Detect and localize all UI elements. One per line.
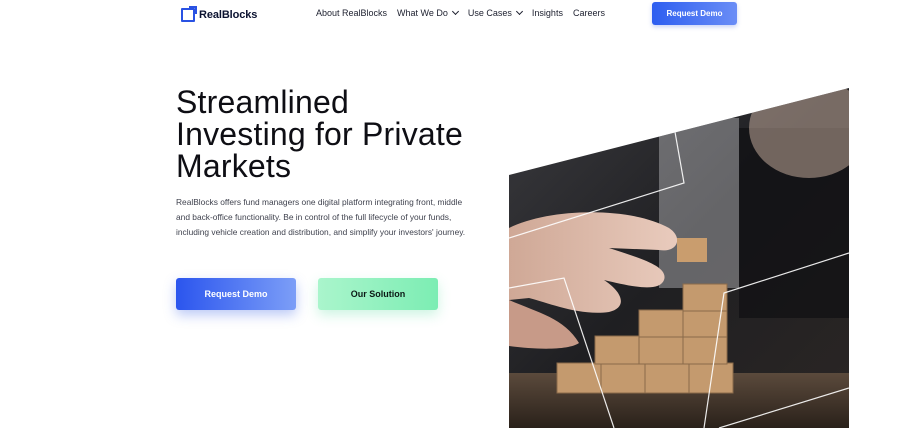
nav-item-about[interactable]: About RealBlocks <box>316 8 387 18</box>
header-request-demo-button[interactable]: Request Demo <box>652 2 737 25</box>
nav-item-label: Careers <box>572 8 605 18</box>
our-solution-button[interactable]: Our Solution <box>318 278 438 310</box>
nav-item-what-we-do[interactable]: What We Do <box>397 7 459 18</box>
nav-item-label: Use Cases <box>467 8 512 18</box>
chevron-down-icon <box>515 7 523 16</box>
nav-item-use-cases[interactable]: Use Cases <box>467 7 523 18</box>
nav-item-careers[interactable]: Careers <box>573 8 605 18</box>
nav-item-label: About RealBlocks <box>316 8 388 18</box>
nav-item-label: Insights <box>531 8 563 18</box>
hero-title-line-1: Streamlined <box>176 84 349 120</box>
hero-description: RealBlocks offers fund managers one digi… <box>176 197 466 237</box>
logo[interactable]: RealBlocks <box>181 6 258 23</box>
hero-title: Streamlined Investing for Private Market… <box>176 86 516 182</box>
site-header: RealBlocks About RealBlocks What We Do U… <box>0 0 900 30</box>
nav-item-label: What We Do <box>397 8 448 18</box>
hero-title-line-2: Investing for Private <box>176 116 463 152</box>
request-demo-button[interactable]: Request Demo <box>176 278 296 310</box>
main-nav: About RealBlocks What We Do Use Cases In… <box>316 7 605 18</box>
logo-icon <box>181 6 197 22</box>
nav-item-insights[interactable]: Insights <box>532 8 563 18</box>
hero-title-line-3: Markets <box>176 148 292 184</box>
hero-image <box>509 88 849 428</box>
logo-text: RealBlocks <box>199 9 258 21</box>
chevron-down-icon <box>451 7 459 16</box>
